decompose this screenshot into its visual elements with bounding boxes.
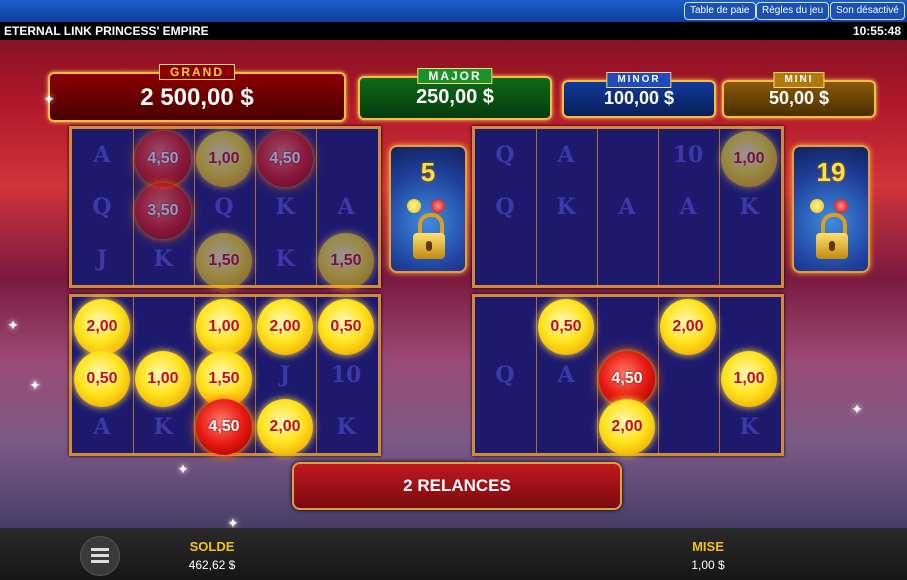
- ghost-symbol: Q: [495, 142, 515, 168]
- balance-value: 462,62 $: [188, 558, 236, 572]
- left-top-reels: A Q J K Q K K A 4,50 1,00 4,50 3,50 1,50…: [69, 126, 381, 289]
- game-rules-button[interactable]: Règles du jeu: [756, 2, 830, 20]
- reel-divider: [658, 297, 659, 453]
- coin-orb: 4,50: [135, 131, 191, 187]
- ghost-symbol: A: [337, 194, 355, 220]
- coin-orb: 2,00: [257, 399, 313, 455]
- ghost-symbol: K: [739, 414, 759, 440]
- grand-jackpot-label: GRAND: [159, 64, 235, 80]
- ghost-symbol: K: [739, 194, 759, 220]
- coin-orb: 1,00: [721, 351, 777, 407]
- coin-orb: 3,50: [135, 183, 191, 239]
- right-bottom-reels: Q A K 0,50 2,00 4,50 1,00 2,00: [472, 294, 784, 456]
- ghost-symbol: A: [557, 142, 575, 168]
- ghost-symbol: K: [275, 246, 295, 272]
- keyhole-icon: [426, 241, 432, 251]
- sparkle-icon: ✦: [43, 91, 55, 107]
- coin-orb: 1,00: [721, 131, 777, 187]
- left-bottom-reels: A K J 10 K 2,00 1,00 2,00 0,50 0,50 1,00…: [69, 294, 381, 456]
- clock: 10:55:48: [852, 24, 901, 38]
- coin-orb: 2,00: [660, 299, 716, 355]
- ghost-symbol: Q: [92, 194, 112, 220]
- bottom-bar: [0, 528, 907, 580]
- sparkle-icon: ✦: [177, 461, 189, 477]
- ghost-symbol: 10: [672, 142, 704, 168]
- coin-orb: 1,00: [196, 131, 252, 187]
- mini-jackpot: MINI 50,00 $: [722, 72, 876, 118]
- ghost-symbol: A: [618, 194, 636, 220]
- coin-orb: 2,00: [74, 299, 130, 355]
- red-gem-icon: [431, 199, 445, 213]
- coin-orb: 1,00: [196, 299, 252, 355]
- coin-orb: 2,00: [257, 299, 313, 355]
- grand-jackpot: GRAND 2 500,00 $: [48, 64, 346, 122]
- major-jackpot-value: 250,00 $: [416, 86, 494, 108]
- sparkle-icon: ✦: [7, 317, 19, 333]
- coin-orb: 0,50: [538, 299, 594, 355]
- coin-orb: 4,50: [196, 399, 252, 455]
- coin-orb: 0,50: [74, 351, 130, 407]
- mini-jackpot-label: MINI: [773, 72, 825, 88]
- ghost-symbol: K: [556, 194, 576, 220]
- ghost-symbol: K: [275, 194, 295, 220]
- grand-jackpot-value: 2 500,00 $: [140, 84, 254, 111]
- ghost-symbol: 10: [330, 362, 362, 388]
- left-lock-panel: 5: [389, 145, 467, 273]
- ghost-symbol: A: [557, 362, 575, 388]
- hamburger-menu-icon[interactable]: [80, 536, 120, 576]
- bet-value[interactable]: 1,00 $: [658, 558, 758, 572]
- ghost-symbol: Q: [495, 194, 515, 220]
- minor-jackpot-label: MINOR: [606, 72, 672, 88]
- ghost-symbol: A: [93, 142, 111, 168]
- coin-orb: 1,50: [196, 233, 252, 289]
- reel-divider: [194, 297, 195, 453]
- ghost-symbol: Q: [214, 194, 234, 220]
- balance-label: SOLDE: [189, 539, 235, 554]
- game-title: ETERNAL LINK PRINCESS' EMPIRE: [4, 24, 209, 38]
- ghost-symbol: K: [336, 414, 356, 440]
- ghost-symbol: J: [279, 362, 291, 388]
- minor-jackpot-value: 100,00 $: [603, 88, 675, 108]
- top-bar: Table de paie Règles du jeu Son désactiv…: [0, 0, 907, 22]
- right-lock-panel: 19: [792, 145, 870, 273]
- coin-orb: 2,00: [599, 399, 655, 455]
- major-jackpot-label: MAJOR: [417, 68, 493, 84]
- red-gem-icon: [834, 199, 848, 213]
- coin-orb: 1,50: [318, 233, 374, 289]
- minor-jackpot: MINOR 100,00 $: [562, 72, 716, 118]
- major-jackpot: MAJOR 250,00 $: [358, 68, 552, 120]
- sound-toggle-button[interactable]: Son désactivé: [830, 2, 905, 20]
- coin-orb: 1,00: [135, 351, 191, 407]
- coin-orb: 4,50: [257, 131, 313, 187]
- coin-orb: 0,50: [318, 299, 374, 355]
- reel-divider: [597, 297, 598, 453]
- ghost-symbol: Q: [495, 362, 515, 388]
- gold-gem-icon: [810, 199, 824, 213]
- paytable-button[interactable]: Table de paie: [684, 2, 756, 20]
- ghost-symbol: J: [96, 246, 108, 272]
- title-bar: ETERNAL LINK PRINCESS' EMPIRE 10:55:48: [0, 22, 907, 40]
- sparkle-icon: ✦: [851, 401, 863, 417]
- gold-gem-icon: [407, 199, 421, 213]
- keyhole-icon: [829, 241, 835, 251]
- right-top-reels: Q Q A K A 10 A K 1,00: [472, 126, 784, 288]
- respins-counter: 2 RELANCES: [292, 462, 622, 510]
- mini-jackpot-value: 50,00 $: [768, 88, 830, 108]
- bet-label: MISE: [692, 539, 724, 554]
- sparkle-icon: ✦: [29, 377, 41, 393]
- ghost-symbol: A: [93, 414, 111, 440]
- ghost-symbol: K: [153, 414, 173, 440]
- lock-counter: 5: [420, 157, 436, 187]
- ghost-symbol: A: [679, 194, 697, 220]
- ghost-symbol: K: [153, 246, 173, 272]
- lock-counter: 19: [816, 157, 846, 187]
